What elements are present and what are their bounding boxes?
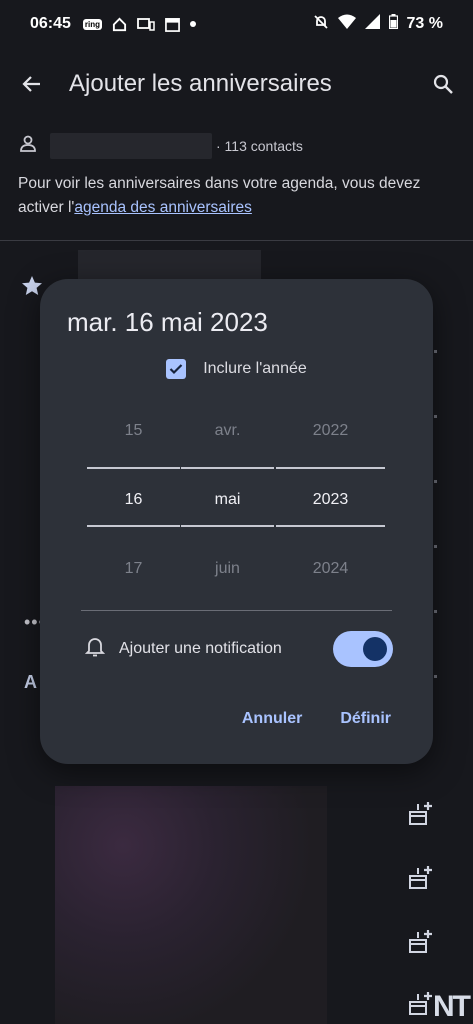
list-edge-mark <box>434 350 437 353</box>
selected-date: mar. 16 mai 2023 <box>67 307 268 337</box>
day-next[interactable]: 17 <box>87 560 180 578</box>
devices-icon <box>137 17 155 31</box>
birthday-info-text: Pour voir les anniversaires dans votre a… <box>18 175 421 216</box>
notification-label: Ajouter une notification <box>119 640 282 657</box>
notification-dot-icon <box>190 21 197 27</box>
search-icon[interactable] <box>431 72 455 101</box>
add-birthday-icon[interactable] <box>406 864 434 895</box>
list-edge-mark <box>434 545 437 548</box>
picker-line <box>87 467 180 469</box>
day-picker[interactable]: 15 16 17 <box>87 419 180 579</box>
month-picker[interactable]: avr. mai juin <box>181 419 274 579</box>
page-title: Ajouter les anniversaires <box>69 70 332 97</box>
status-time: 06:45 <box>30 15 71 32</box>
back-arrow-icon[interactable] <box>20 72 44 101</box>
home-icon <box>112 17 127 32</box>
birthday-calendar-link[interactable]: agenda des anniversaires <box>74 199 252 216</box>
dialog-divider <box>81 610 392 611</box>
include-year-row[interactable]: Inclure l'année <box>40 357 433 381</box>
ring-app-icon: ring <box>82 18 103 30</box>
blurred-photo <box>55 786 327 1024</box>
divider <box>0 240 473 241</box>
battery-percent: 73 % <box>406 15 443 32</box>
list-edge-mark <box>434 480 437 483</box>
include-year-label: Inclure l'année <box>203 360 307 377</box>
notification-row[interactable]: Ajouter une notification <box>84 631 393 667</box>
month-prev[interactable]: avr. <box>181 422 274 440</box>
add-birthday-icon[interactable] <box>406 990 434 1021</box>
signal-icon <box>364 14 380 34</box>
app-bar: Ajouter les anniversaires <box>0 60 473 108</box>
calendar-icon <box>165 17 180 32</box>
month-next[interactable]: juin <box>181 560 274 578</box>
contacts-count: · 113 contacts <box>216 138 303 154</box>
account-row[interactable]: · 113 contacts <box>18 132 458 160</box>
cancel-button[interactable]: Annuler <box>242 710 302 728</box>
picker-line <box>181 525 274 527</box>
person-icon <box>18 134 38 159</box>
add-birthday-icon[interactable] <box>406 928 434 959</box>
mute-bell-icon <box>313 14 329 35</box>
month-selected[interactable]: mai <box>181 491 274 509</box>
picker-line <box>276 525 385 527</box>
bell-icon <box>84 636 106 663</box>
check-icon <box>169 364 183 375</box>
status-bar: 06:45 ring 73 % <box>0 0 473 48</box>
year-picker[interactable]: 2022 2023 2024 <box>276 419 385 579</box>
watermark-logo: NT <box>433 990 471 1023</box>
picker-line <box>181 467 274 469</box>
date-picker-dialog: mar. 16 mai 2023 Inclure l'année 15 16 1… <box>40 279 433 764</box>
toggle-knob <box>363 637 387 661</box>
list-edge-mark <box>434 675 437 678</box>
year-selected[interactable]: 2023 <box>276 491 385 509</box>
add-birthday-icon[interactable] <box>406 800 434 831</box>
day-prev[interactable]: 15 <box>87 422 180 440</box>
day-selected[interactable]: 16 <box>87 491 180 509</box>
dialog-actions: Annuler Définir <box>242 710 391 728</box>
picker-line <box>276 467 385 469</box>
year-prev[interactable]: 2022 <box>276 422 385 440</box>
redacted-account-name <box>50 133 212 159</box>
picker-line <box>87 525 180 527</box>
year-next[interactable]: 2024 <box>276 560 385 578</box>
notification-toggle[interactable] <box>333 631 393 667</box>
include-year-checkbox[interactable] <box>166 359 187 379</box>
list-edge-mark <box>434 415 437 418</box>
confirm-button[interactable]: Définir <box>340 710 391 728</box>
list-edge-mark <box>434 610 437 613</box>
battery-icon <box>388 14 398 34</box>
wifi-icon <box>337 14 356 34</box>
section-letter: A <box>24 672 37 692</box>
